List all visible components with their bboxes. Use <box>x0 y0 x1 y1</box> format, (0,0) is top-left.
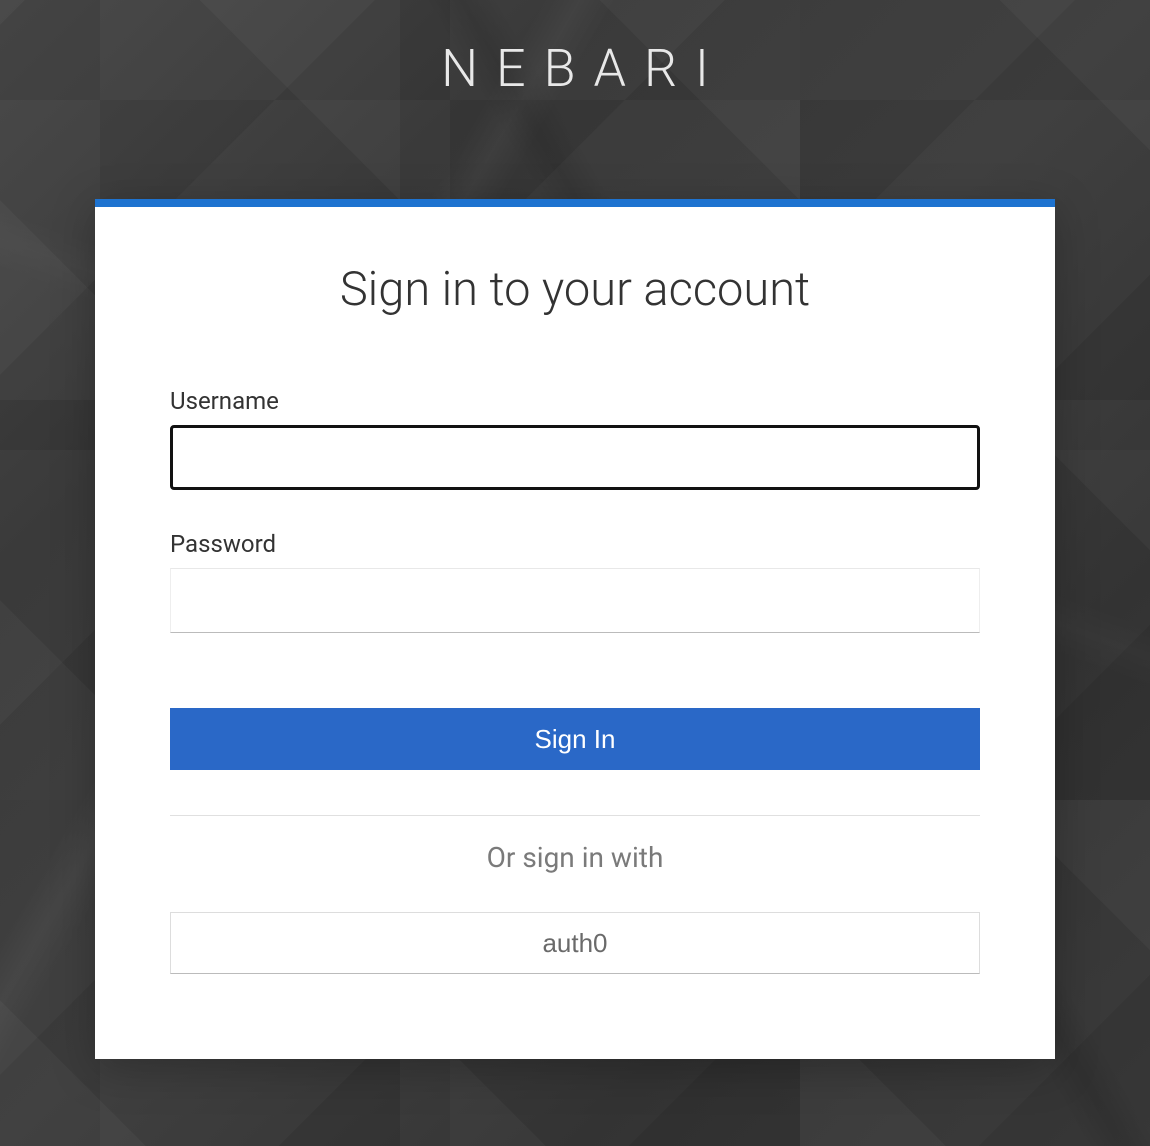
username-group: Username <box>170 387 980 490</box>
card-title: Sign in to your account <box>170 262 980 317</box>
auth0-button[interactable]: auth0 <box>170 912 980 974</box>
password-input[interactable] <box>170 568 980 633</box>
divider-section: Or sign in with auth0 <box>170 815 980 974</box>
divider-text: Or sign in with <box>170 841 980 874</box>
brand-title: NEBARI <box>423 38 727 99</box>
password-group: Password <box>170 530 980 633</box>
username-input[interactable] <box>170 425 980 490</box>
username-label: Username <box>170 387 980 415</box>
password-label: Password <box>170 530 980 558</box>
login-card: Sign in to your account Username Passwor… <box>95 199 1055 1059</box>
signin-button[interactable]: Sign In <box>170 708 980 770</box>
page-container: NEBARI Sign in to your account Username … <box>0 0 1150 1146</box>
